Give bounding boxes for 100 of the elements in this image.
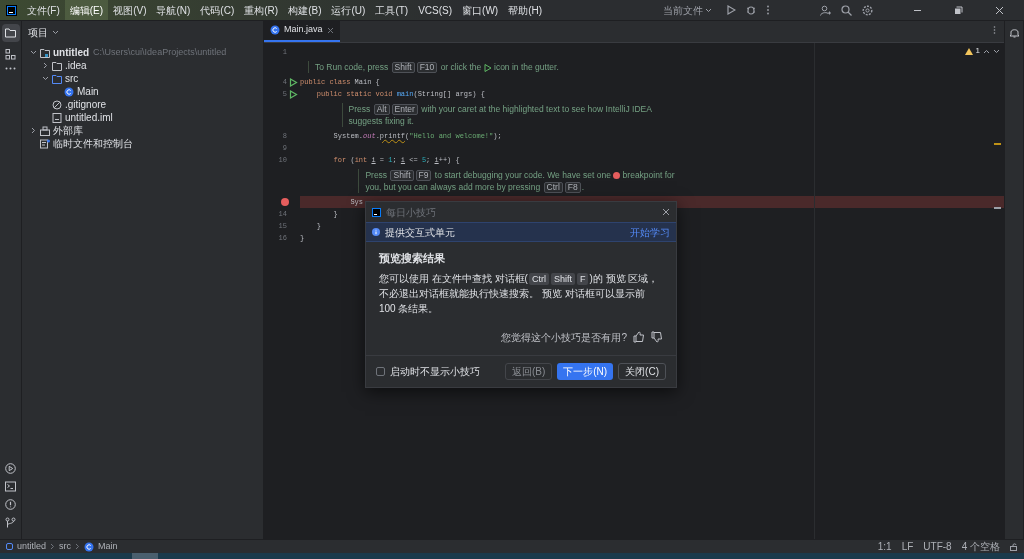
path-text: C:\Users\cui\IdeaProjects\untitled [93, 45, 227, 59]
menu-item[interactable]: 帮助(H) [503, 0, 548, 20]
tree-item[interactable]: 外部库 [53, 123, 83, 138]
more-icon[interactable] [766, 5, 770, 15]
class-icon [64, 86, 74, 97]
inlay-hint: Press Alt Enter with your caret at the highlighted text to see how IntelliJ IDEA suggests fixing it. [348, 103, 653, 127]
warning-icon[interactable] [964, 47, 973, 55]
close-icon[interactable] [995, 5, 1004, 15]
tree-item[interactable]: Main [77, 84, 99, 99]
close-icon[interactable] [662, 208, 670, 216]
dialog-button[interactable]: 下一步(N) [557, 362, 614, 380]
tree-item[interactable]: 临时文件和控制台 [53, 136, 133, 151]
tree-item[interactable]: .gitignore [65, 97, 107, 112]
menu-item[interactable]: 构建(B) [283, 0, 327, 20]
key-badge: Enter [391, 104, 418, 115]
run-icon[interactable] [726, 5, 736, 15]
chevron-down-icon[interactable] [30, 49, 37, 56]
checkbox[interactable] [376, 366, 385, 376]
inlay-hint: Press Shift F9 to start debugging your code. We have set one breakpoint for you, but you can always add more by pressing Ctrl F8 . [365, 169, 676, 193]
key-badge: F10 [416, 62, 438, 73]
chevron-down-icon[interactable] [993, 48, 1000, 54]
checkbox-label: 启动时不显示小技巧 [390, 364, 480, 379]
folder-icon [5, 28, 16, 38]
notifications-icon[interactable] [1008, 27, 1020, 38]
menu-item[interactable]: 导航(N) [151, 0, 196, 20]
status-item[interactable]: 4 个空格 [961, 539, 1000, 554]
run-icon [483, 63, 492, 72]
project-tool-button[interactable] [1, 24, 20, 42]
close-icon[interactable] [326, 26, 334, 34]
menu-item[interactable]: 编辑(E) [64, 0, 109, 20]
settings-icon[interactable] [862, 4, 873, 16]
chevron-right-icon[interactable] [42, 62, 49, 69]
tree-item[interactable]: untitled.iml [65, 110, 113, 125]
run-configuration-dropdown[interactable]: 当前文件 [659, 2, 716, 18]
run-gutter-icon[interactable] [289, 89, 298, 99]
app-logo-icon [372, 207, 381, 217]
tree-item[interactable]: untitled [53, 45, 90, 60]
thumbs-up-icon[interactable] [633, 331, 645, 343]
menu-item[interactable]: VCS(S) [413, 0, 458, 20]
menu-item[interactable]: 运行(U) [326, 0, 371, 20]
banner-text: 提供交互式单元 [385, 225, 455, 240]
menu-item[interactable]: 窗口(W) [457, 0, 504, 20]
breakpoint-icon[interactable] [281, 198, 289, 206]
panel-title[interactable]: 项目 [28, 24, 48, 40]
structure-icon[interactable] [5, 49, 16, 60]
breadcrumb-item[interactable]: Main [98, 539, 118, 554]
add-user-icon[interactable] [820, 4, 831, 16]
library-icon [40, 125, 50, 136]
folder-icon [52, 60, 62, 71]
run-icon[interactable] [5, 463, 16, 474]
status-item[interactable]: LF [901, 539, 914, 554]
class-icon [270, 25, 280, 35]
editor-tab[interactable]: Main.java [264, 20, 340, 42]
key-badge: Alt [373, 104, 390, 115]
file-icon [52, 112, 62, 123]
tip-heading: 预览搜索结果 [379, 251, 446, 266]
chevron-up-icon[interactable] [983, 48, 990, 54]
menu-item[interactable]: 工具(T) [370, 0, 414, 20]
chevron-right-icon [75, 543, 81, 550]
info-icon [372, 228, 380, 236]
chevron-down-icon[interactable] [42, 75, 49, 82]
key-badge: Shift [391, 62, 415, 73]
chevron-down-icon[interactable] [52, 29, 59, 35]
menu-item[interactable]: 视图(V) [108, 0, 152, 20]
app-logo-icon[interactable] [5, 4, 17, 16]
dialog-button[interactable]: 关闭(C) [618, 362, 666, 380]
inlay-hint: To Run code, press Shift F10 or click the icon in the gutter. [315, 61, 560, 73]
breadcrumb-item[interactable]: untitled [17, 539, 47, 554]
scroll-marker[interactable] [994, 207, 1001, 209]
banner-link[interactable]: 开始学习 [630, 224, 670, 240]
menu-item[interactable]: 代码(C) [195, 0, 240, 20]
key-badge: Shift [390, 170, 414, 181]
debug-icon[interactable] [746, 5, 756, 15]
status-item[interactable]: 1:1 [877, 539, 892, 554]
more-icon[interactable] [5, 67, 16, 70]
module-folder-icon [40, 47, 50, 58]
terminal-icon[interactable] [5, 481, 16, 492]
module-icon [6, 543, 13, 550]
chevron-down-icon [705, 7, 712, 13]
tree-item[interactable]: .idea [65, 58, 87, 73]
lock-icon[interactable] [1010, 542, 1018, 551]
search-icon[interactable] [841, 4, 852, 16]
chevron-right-icon[interactable] [30, 127, 37, 134]
breadcrumb-item[interactable]: src [59, 539, 72, 554]
breakpoint-icon [613, 172, 621, 180]
run-gutter-icon[interactable] [289, 77, 298, 87]
feedback-question: 您觉得这个小技巧是否有用? [501, 330, 627, 345]
problems-icon[interactable] [5, 499, 16, 510]
status-item[interactable]: UTF-8 [923, 539, 952, 554]
git-icon[interactable] [5, 517, 16, 528]
ignore-file-icon [52, 99, 62, 110]
thumbs-down-icon[interactable] [651, 331, 663, 343]
tree-item[interactable]: src [65, 71, 79, 86]
menu-item[interactable]: 重构(R) [239, 0, 284, 20]
warning-count[interactable]: 1 [975, 45, 980, 57]
class-icon [84, 541, 95, 552]
menu-item[interactable]: 文件(F) [22, 0, 65, 20]
restore-icon[interactable] [954, 5, 963, 15]
key-badge: F9 [415, 170, 432, 181]
scroll-marker[interactable] [994, 143, 1001, 145]
